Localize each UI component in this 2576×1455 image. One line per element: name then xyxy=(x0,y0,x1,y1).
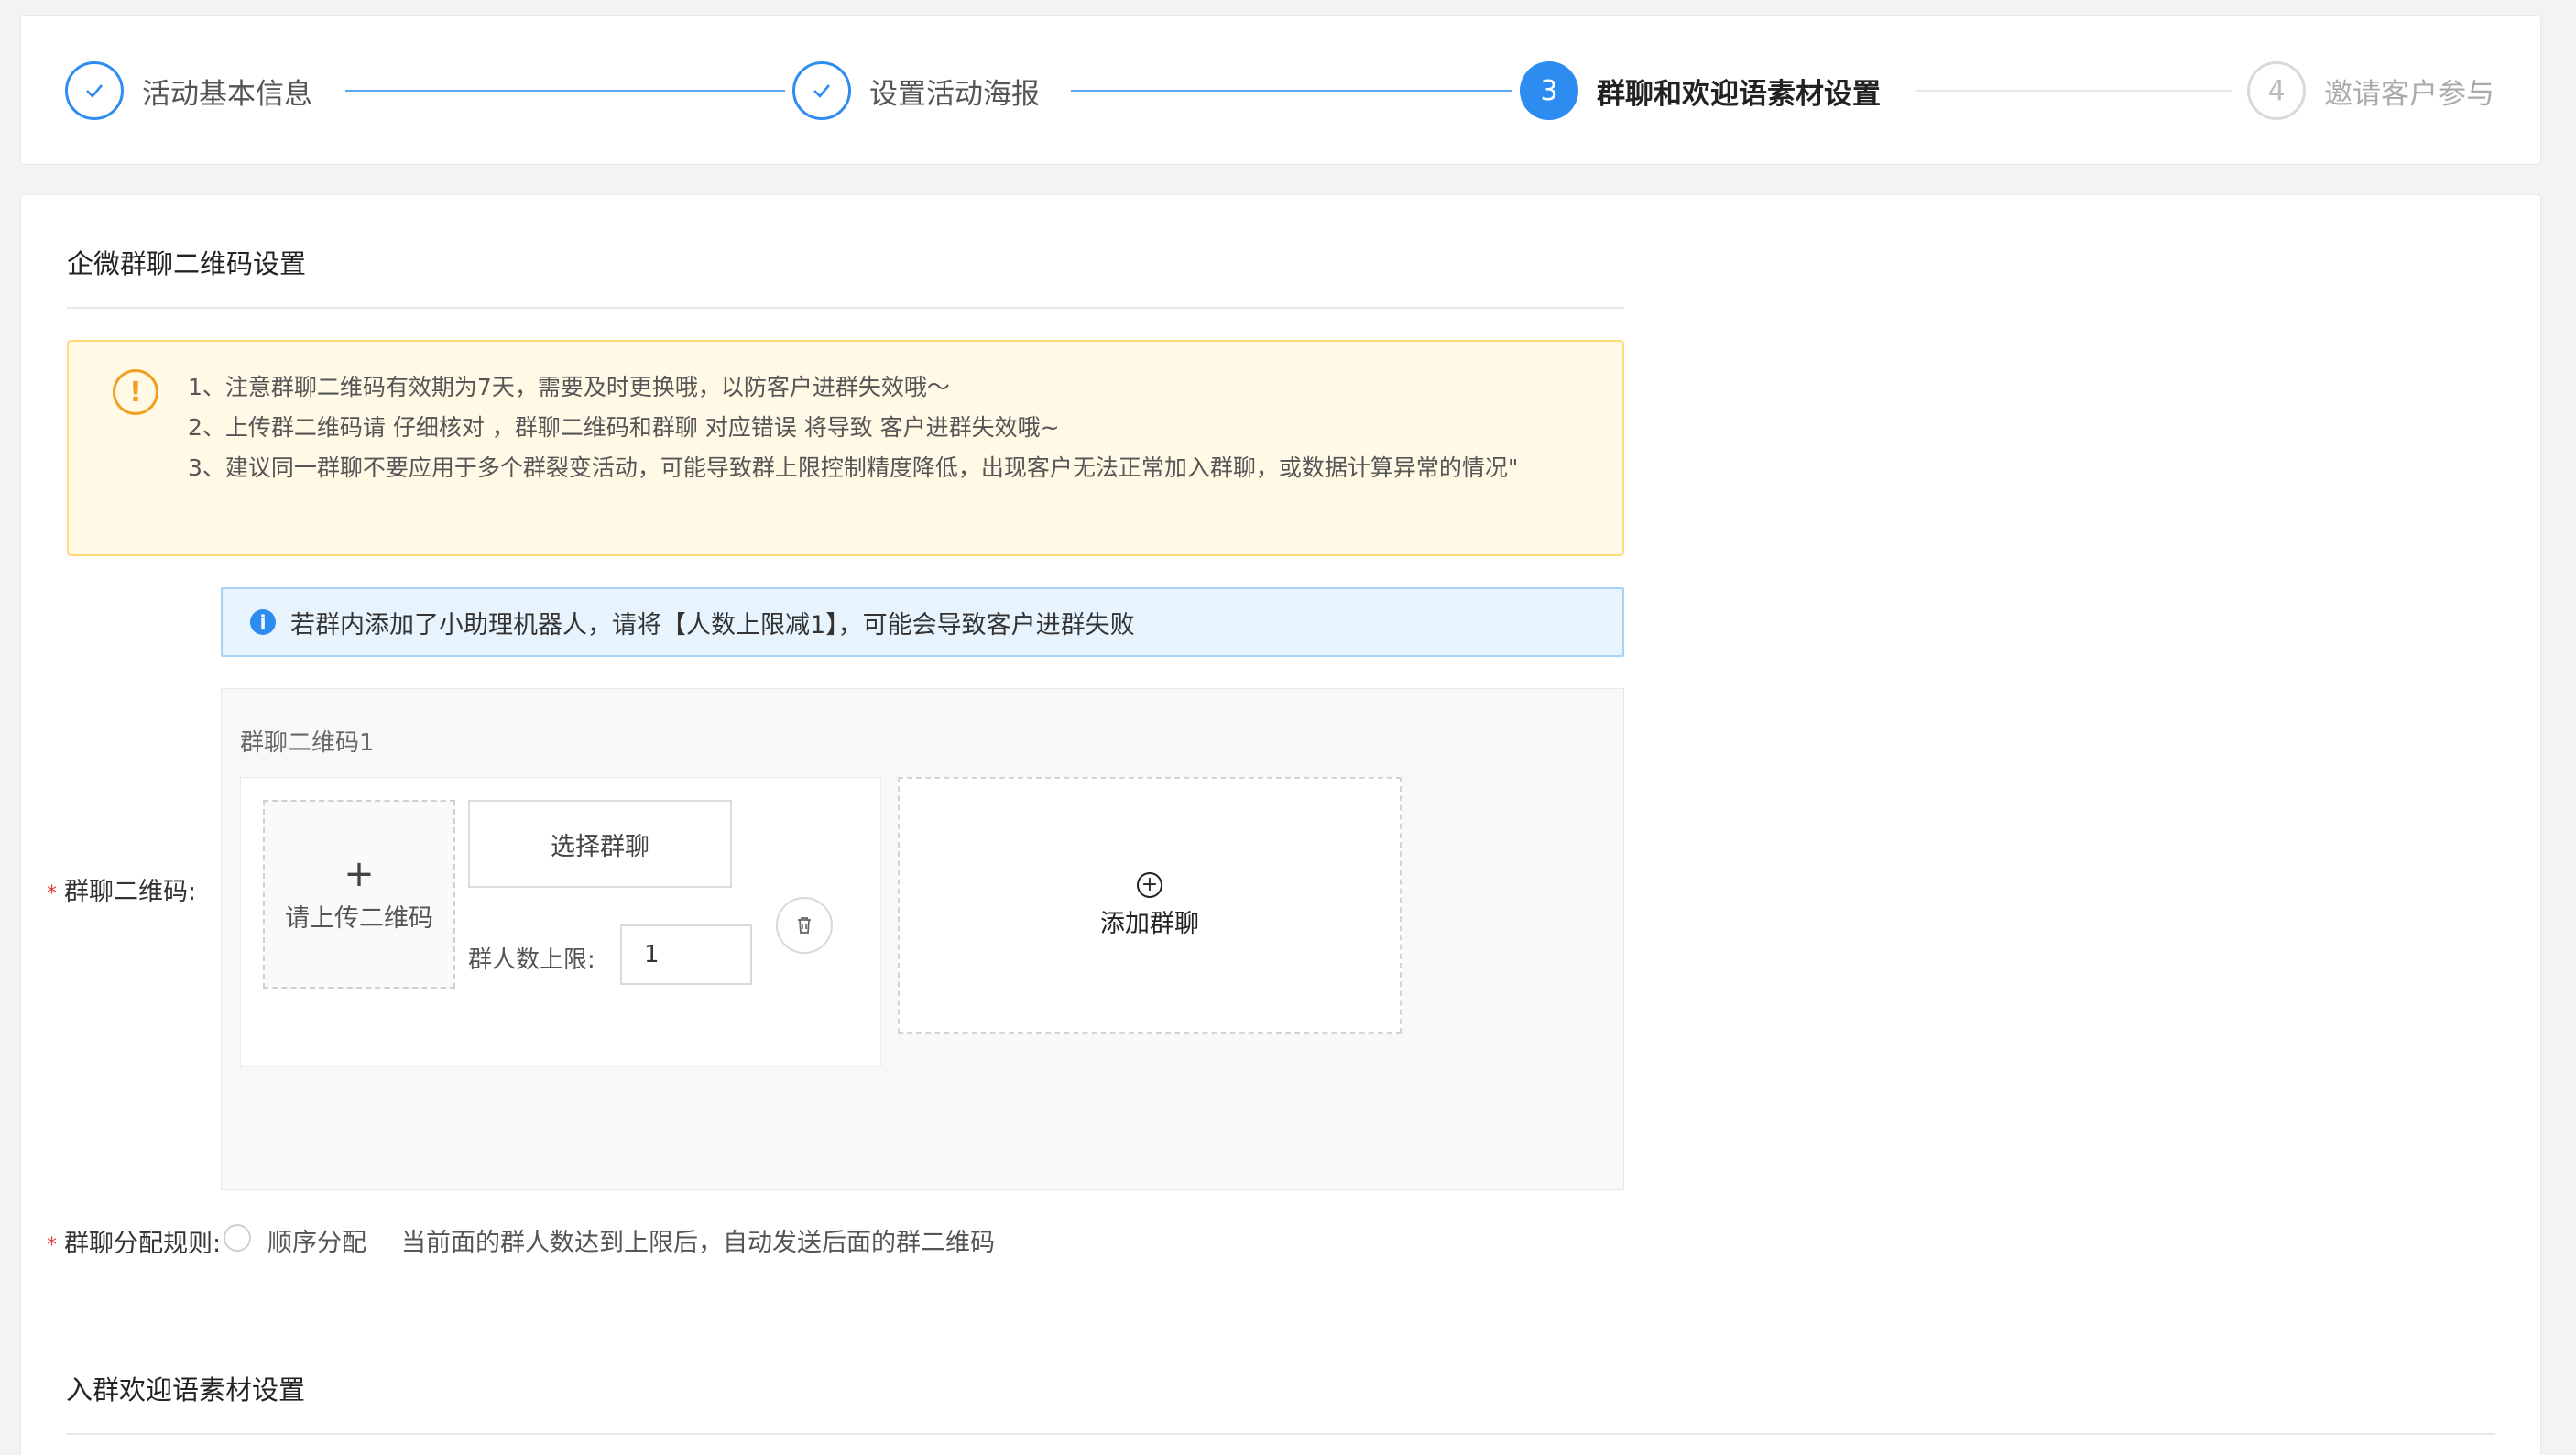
add-circle-icon: + xyxy=(1137,871,1162,898)
group-limit-label: 群人数上限: xyxy=(468,946,595,974)
warning-line: 3、建议同一群聊不要应用于多个群裂变活动，可能导致群上限控制精度降低，出现客户无… xyxy=(188,454,1519,481)
upload-qr-label: 请上传二维码 xyxy=(285,903,433,933)
step-4-title: 邀请客户参与 xyxy=(2324,77,2494,111)
step-4-number: 4 xyxy=(2247,61,2306,120)
step-2[interactable]: 设置活动海报 xyxy=(792,61,1040,120)
assign-rule-description: 当前面的群人数达到上限后，自动发送后面的群二维码 xyxy=(401,1229,995,1257)
warning-alert: ! 1、注意群聊二维码有效期为7天，需要及时更换哦，以防客户进群失效哦～ 2、上… xyxy=(67,340,1624,556)
warning-text: 1、注意群聊二维码有效期为7天，需要及时更换哦，以防客户进群失效哦～ 2、上传群… xyxy=(188,367,1599,488)
main-card: 企微群聊二维码设置 ! 1、注意群聊二维码有效期为7天，需要及时更换哦，以防客户… xyxy=(20,194,2541,1455)
step-4[interactable]: 4 邀请客户参与 xyxy=(2247,61,2494,120)
add-group-button[interactable]: + 添加群聊 xyxy=(898,777,1402,1034)
info-text: 若群内添加了小助理机器人，请将【人数上限减1】，可能会导致客户进群失败 xyxy=(290,610,1135,640)
info-icon: i xyxy=(250,609,276,635)
warning-line: 2、上传群二维码请 仔细核对 ，群聊二维码和群聊 对应错误 将导致 客户进群失效… xyxy=(188,414,1060,441)
step-3-title: 群聊和欢迎语素材设置 xyxy=(1597,77,1881,111)
delete-button[interactable] xyxy=(776,897,833,954)
required-marker: * xyxy=(47,1234,57,1257)
step-1[interactable]: 活动基本信息 xyxy=(65,61,312,120)
steps-card: 活动基本信息 设置活动海报 3 群聊和欢迎语素材设置 4 邀请客户参与 xyxy=(20,15,2541,165)
qr-item-card: + 请上传二维码 选择群聊 群人数上限: 1 xyxy=(240,777,881,1067)
welcome-section-title: 入群欢迎语素材设置 xyxy=(66,1374,306,1406)
required-marker: * xyxy=(47,882,57,905)
step-connector-2 xyxy=(1071,90,1512,92)
sequential-radio[interactable] xyxy=(224,1224,251,1252)
assign-rule-label: * 群聊分配规则: xyxy=(47,1230,222,1258)
trash-icon xyxy=(798,917,811,934)
sequential-radio-label[interactable]: 顺序分配 xyxy=(267,1222,366,1258)
divider xyxy=(67,307,1624,309)
plus-icon: + xyxy=(344,852,375,895)
qr-code-area: 群聊二维码1 + 请上传二维码 选择群聊 群人数上限: 1 + 添加群聊 xyxy=(221,688,1624,1190)
add-group-label: 添加群聊 xyxy=(1100,909,1199,938)
group-limit-input[interactable]: 1 xyxy=(620,924,752,985)
step-3-number: 3 xyxy=(1520,61,1578,120)
check-icon xyxy=(792,61,851,120)
check-icon xyxy=(65,61,124,120)
step-1-title: 活动基本信息 xyxy=(142,77,312,111)
upload-qr-button[interactable]: + 请上传二维码 xyxy=(263,800,455,989)
step-connector-3 xyxy=(1916,90,2232,92)
divider xyxy=(66,1433,2495,1435)
warning-line: 1、注意群聊二维码有效期为7天，需要及时更换哦，以防客户进群失效哦～ xyxy=(188,374,950,400)
qr-item-title: 群聊二维码1 xyxy=(240,729,375,757)
step-3[interactable]: 3 群聊和欢迎语素材设置 xyxy=(1520,61,1881,120)
qr-section-title: 企微群聊二维码设置 xyxy=(67,248,307,279)
step-2-title: 设置活动海报 xyxy=(869,77,1040,111)
step-connector-1 xyxy=(345,90,785,92)
warning-icon: ! xyxy=(113,369,158,415)
select-group-button[interactable]: 选择群聊 xyxy=(468,800,732,888)
qr-code-field-label: * 群聊二维码: xyxy=(47,878,197,906)
info-alert: i 若群内添加了小助理机器人，请将【人数上限减1】，可能会导致客户进群失败 xyxy=(221,587,1624,657)
